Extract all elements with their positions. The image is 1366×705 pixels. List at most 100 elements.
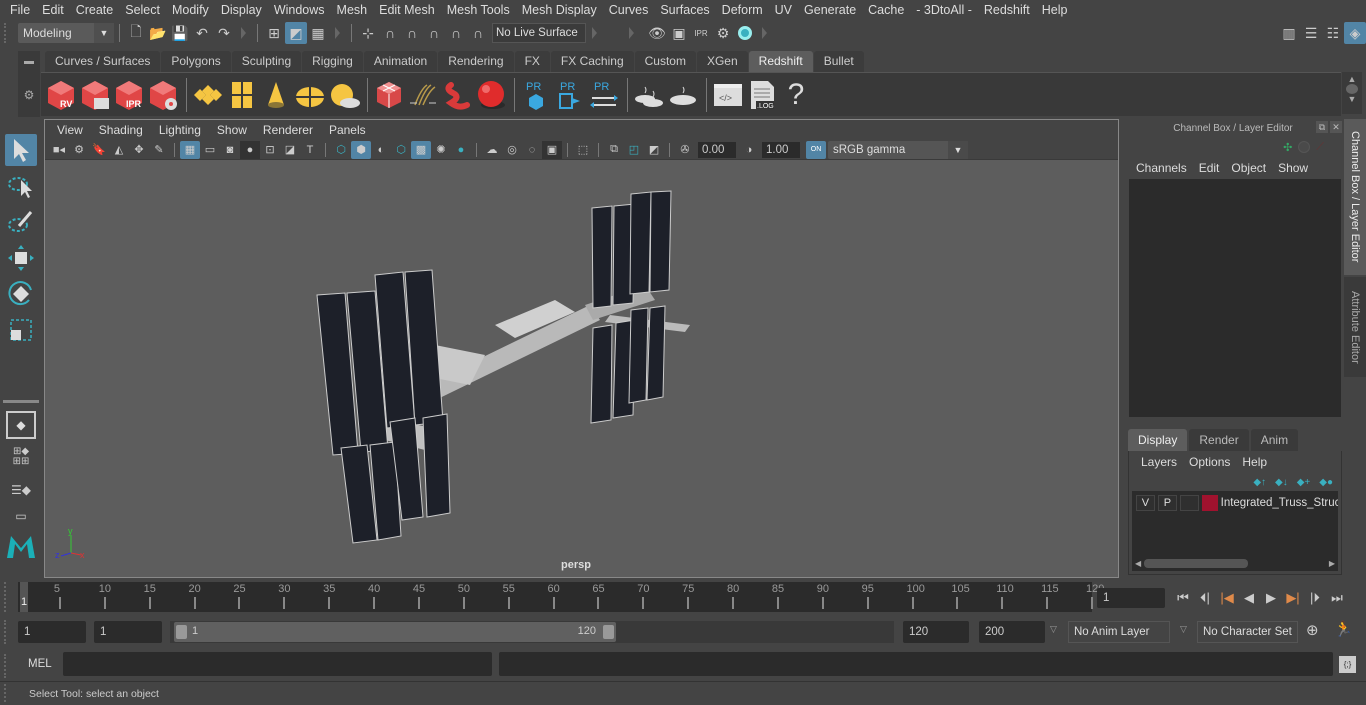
log-file-icon[interactable]: .LOG (746, 78, 778, 112)
script-editor-icon[interactable]: {;} (1339, 656, 1356, 673)
volume-icon[interactable] (441, 78, 473, 112)
hscroll-thumb[interactable] (1144, 558, 1249, 568)
depth-of-field-icon[interactable]: ▣ (542, 140, 562, 159)
lasso-tool-icon[interactable] (5, 170, 37, 202)
redshift-render-sequence-icon[interactable] (79, 78, 111, 112)
shelf-tab-redshift[interactable]: Redshift (748, 51, 813, 72)
make-live-icon[interactable]: ∩ (467, 22, 489, 44)
step-forward-icon[interactable]: |⏵ (1304, 588, 1326, 608)
auto-key-icon[interactable]: ⊕ (1306, 621, 1319, 639)
menu-edit[interactable]: Edit (36, 3, 70, 17)
menu-help[interactable]: Help (1036, 3, 1074, 17)
menu-curves[interactable]: Curves (603, 3, 655, 17)
snap-view-plane-icon[interactable]: ∩ (423, 22, 445, 44)
shelf-menu-icon[interactable] (24, 61, 34, 64)
modeling-toolkit-icon[interactable]: ▥ (1278, 22, 1300, 44)
collapse-arrow-icon[interactable] (335, 27, 340, 39)
select-hierarchy-icon[interactable]: ⊞ (263, 22, 285, 44)
rotate-tool-icon[interactable] (5, 278, 37, 310)
start-time-field[interactable]: 1 (18, 621, 86, 643)
use-all-lights-icon[interactable]: ✺ (431, 141, 451, 159)
pr-swap-icon[interactable]: PR (588, 78, 620, 112)
paint-select-tool-icon[interactable] (5, 206, 37, 238)
color-management-toggle[interactable]: ON (806, 140, 826, 159)
shelf-tab-xgen[interactable]: XGen (696, 51, 748, 72)
outliner-layout-icon[interactable]: ☰◆ (5, 477, 37, 503)
select-tool-icon[interactable] (5, 134, 37, 166)
time-slider[interactable]: 1 5 10 15 20 25 30 35 40 45 50 55 60 65 70 75 80 85 90 95 1… (18, 582, 1104, 612)
portal-light-icon[interactable] (226, 78, 258, 112)
drag-handle[interactable] (4, 684, 16, 702)
render-settings-icon[interactable]: ⚙ (712, 22, 734, 44)
script-editor-icon[interactable]: </> (712, 78, 744, 112)
scroll-left-icon[interactable]: ◀ (1135, 559, 1141, 568)
menu-mesh-tools[interactable]: Mesh Tools (441, 3, 516, 17)
viewport-menu-show[interactable]: Show (209, 123, 255, 137)
wireframe-icon[interactable]: ⬡ (331, 141, 351, 159)
new-scene-icon[interactable]: 🗋 (125, 22, 147, 44)
camera-attributes-icon[interactable]: ⚙ (69, 141, 89, 159)
move-tool-icon[interactable] (5, 242, 37, 274)
dome-light-icon[interactable] (294, 78, 326, 112)
animation-preferences-icon[interactable]: 🏃 (1334, 620, 1353, 638)
grease-pencil-icon[interactable]: ✎ (149, 141, 169, 159)
float-panel-icon[interactable]: ⧉ (1316, 121, 1328, 133)
layer-menu-help[interactable]: Help (1236, 455, 1273, 469)
drag-handle[interactable] (4, 654, 16, 678)
shadows-icon[interactable]: ● (451, 141, 471, 159)
channel-menu-edit[interactable]: Edit (1193, 161, 1226, 175)
xray-icon[interactable]: ⬡ (391, 141, 411, 159)
2d-pan-zoom-icon[interactable]: ✥ (129, 141, 149, 159)
bake-multiple-icon[interactable] (633, 78, 665, 112)
drag-handle[interactable] (4, 620, 16, 644)
snap-grid-icon[interactable]: ⊹ (357, 22, 379, 44)
attribute-editor-toggle-icon[interactable]: ☰ (1300, 22, 1322, 44)
step-back-key-icon[interactable]: |◀ (1216, 588, 1238, 608)
collapse-arrow-icon[interactable] (241, 27, 246, 39)
render-frame-icon[interactable]: ▣ (668, 22, 690, 44)
layer-tab-display[interactable]: Display (1128, 429, 1188, 451)
live-surface-field[interactable]: No Live Surface (492, 23, 586, 43)
shelf-tab-animation[interactable]: Animation (363, 51, 438, 72)
scroll-up-icon[interactable]: ▲ (1342, 74, 1362, 84)
menu-windows[interactable]: Windows (268, 3, 331, 17)
layer-hscrollbar[interactable]: ◀ ▶ (1132, 557, 1338, 569)
viewport-menu-lighting[interactable]: Lighting (151, 123, 209, 137)
open-scene-icon[interactable]: 📂 (147, 22, 169, 44)
screen-space-ao-icon[interactable]: ☁ (482, 141, 502, 159)
menu-display[interactable]: Display (215, 3, 268, 17)
channel-box-toggle-icon[interactable]: ◈ (1344, 22, 1366, 44)
select-component-icon[interactable]: ▦ (307, 22, 329, 44)
ipr-render-icon[interactable]: IPR (690, 22, 712, 44)
menu-3dtoall[interactable]: - 3DtoAll - (910, 3, 978, 17)
script-language-toggle[interactable]: MEL (28, 658, 52, 670)
hyper-icon[interactable]: ⟋ (1316, 141, 1324, 154)
collapse-arrow-icon[interactable] (762, 27, 767, 39)
go-to-end-icon[interactable]: ⏭ (1326, 588, 1348, 608)
move-layer-up-icon[interactable]: ◆↑ (1253, 477, 1266, 488)
redshift-render-view-icon[interactable]: RV (45, 78, 77, 112)
shelf-gear-icon[interactable]: ⚙ (18, 88, 40, 102)
menu-mesh-display[interactable]: Mesh Display (516, 3, 603, 17)
save-scene-icon[interactable]: 💾 (169, 22, 191, 44)
sphere-icon[interactable] (475, 78, 507, 112)
range-slider-bar[interactable]: 1 120 (174, 622, 616, 642)
viewport-menu-view[interactable]: View (49, 123, 91, 137)
viewport-menu-shading[interactable]: Shading (91, 123, 151, 137)
menu-uv[interactable]: UV (769, 3, 798, 17)
undo-icon[interactable]: ↶ (191, 22, 213, 44)
channel-menu-show[interactable]: Show (1272, 161, 1314, 175)
color-space-dropdown[interactable]: sRGB gamma ▼ (828, 140, 968, 159)
layer-menu-options[interactable]: Options (1183, 455, 1236, 469)
side-tab-channel-box[interactable]: Channel Box / Layer Editor (1344, 119, 1366, 275)
shelf-tab-sculpting[interactable]: Sculpting (231, 51, 302, 72)
visibility-toggle[interactable]: V (1136, 495, 1155, 511)
current-frame-field[interactable]: 1 (1097, 588, 1165, 608)
snap-surface-icon[interactable]: ∩ (445, 22, 467, 44)
isolate-select-icon[interactable]: ⬚ (573, 141, 593, 159)
camera-icon[interactable]: ■◂ (49, 141, 69, 159)
hair-icon[interactable] (407, 78, 439, 112)
snap-curve-icon[interactable]: ∩ (379, 22, 401, 44)
shelf-tab-rendering[interactable]: Rendering (438, 51, 514, 72)
tool-settings-icon[interactable]: ☷ (1322, 22, 1344, 44)
